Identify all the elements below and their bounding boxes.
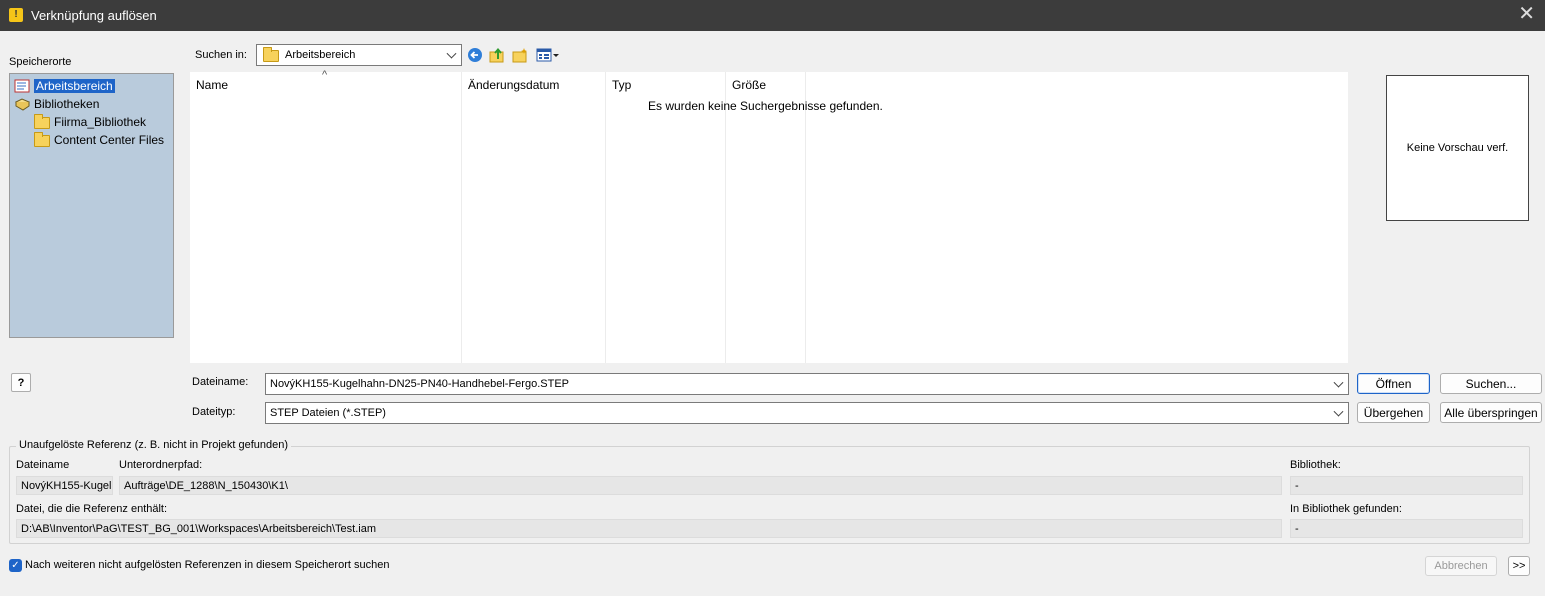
library-label: Bibliothek: <box>1290 459 1341 471</box>
places-item-label: Arbeitsbereich <box>34 78 115 93</box>
containing-file-field: D:\AB\Inventor\PaG\TEST_BG_001\Workspace… <box>16 519 1282 538</box>
containing-file-value: D:\AB\Inventor\PaG\TEST_BG_001\Workspace… <box>21 522 377 535</box>
preview-box: Keine Vorschau verf. <box>1386 75 1529 221</box>
new-folder-icon[interactable] <box>511 46 529 64</box>
filename-value: NovýKH155-Kugelhahn-DN25-PN40-Handhebel-… <box>270 378 569 390</box>
view-menu-icon[interactable] <box>535 46 561 64</box>
found-in-library-label: In Bibliothek gefunden: <box>1290 503 1402 515</box>
filetype-value: STEP Dateien (*.STEP) <box>270 407 386 419</box>
search-button[interactable]: Suchen... <box>1440 373 1542 394</box>
back-icon[interactable] <box>466 46 484 64</box>
column-header-name[interactable]: Name <box>196 78 228 92</box>
workspace-icon <box>14 79 31 93</box>
chevron-down-icon <box>1333 406 1344 417</box>
window-title: Verknüpfung auflösen <box>31 8 157 23</box>
found-in-library-field: - <box>1290 519 1523 538</box>
unresolved-legend: Unaufgelöste Referenz (z. B. nicht in Pr… <box>16 439 292 451</box>
unresolved-filename-field: NovýKH155-Kugell <box>16 476 113 495</box>
containing-file-label: Datei, die die Referenz enthält: <box>16 503 168 515</box>
filetype-label: Dateityp: <box>192 406 236 418</box>
skip-button[interactable]: Übergehen <box>1357 402 1430 423</box>
preview-text: Keine Vorschau verf. <box>1406 142 1509 154</box>
folder-icon <box>34 113 51 129</box>
subfolder-value: Aufträge\DE_1288\N_150430\K1\ <box>124 479 288 492</box>
more-button[interactable]: >> <box>1508 556 1530 576</box>
search-more-checkbox[interactable]: ✓ <box>9 559 22 572</box>
lookin-combo[interactable]: Arbeitsbereich <box>256 44 462 66</box>
lookin-label: Suchen in: <box>195 49 247 61</box>
folder-icon <box>34 131 51 147</box>
column-header-date[interactable]: Änderungsdatum <box>468 78 559 92</box>
found-in-library-value: - <box>1295 522 1299 535</box>
file-list[interactable]: Name ^ Änderungsdatum Typ Größe Es wurde… <box>190 69 1348 363</box>
cancel-button[interactable]: Abbrechen <box>1425 556 1497 576</box>
help-icon[interactable]: ? <box>11 373 31 392</box>
unresolved-filename-value: NovýKH155-Kugell <box>21 479 113 492</box>
filename-label: Dateiname: <box>192 376 249 388</box>
subfolder-label: Unterordnerpfad: <box>119 459 203 471</box>
places-item-firma-bibliothek[interactable]: Fiirma_Bibliothek <box>34 113 146 130</box>
places-item-label: Content Center Files <box>54 132 165 147</box>
places-panel: Arbeitsbereich Bibliotheken Fiirma_Bibli… <box>9 73 174 338</box>
filetype-select[interactable]: STEP Dateien (*.STEP) <box>265 402 1349 424</box>
column-header-type[interactable]: Typ <box>612 78 631 92</box>
column-divider <box>725 72 726 363</box>
up-folder-icon[interactable] <box>488 46 506 64</box>
unresolved-filename-label: Dateiname <box>16 459 70 471</box>
folder-icon <box>263 47 279 62</box>
places-item-bibliotheken[interactable]: Bibliotheken <box>14 95 99 112</box>
chevron-down-icon <box>446 48 457 59</box>
chevron-down-icon <box>1333 377 1344 388</box>
column-header-size[interactable]: Größe <box>732 78 766 92</box>
sort-indicator-icon: ^ <box>322 69 328 81</box>
places-heading: Speicherorte <box>9 56 72 68</box>
places-item-label: Fiirma_Bibliothek <box>54 114 147 129</box>
close-icon[interactable]: ✕ <box>1518 4 1535 24</box>
open-button[interactable]: Öffnen <box>1357 373 1430 394</box>
subfolder-field: Aufträge\DE_1288\N_150430\K1\ <box>119 476 1282 495</box>
search-more-label: Nach weiteren nicht aufgelösten Referenz… <box>25 559 390 571</box>
skip-all-button[interactable]: Alle überspringen <box>1440 402 1542 423</box>
title-bar: ! Verknüpfung auflösen ✕ <box>0 0 1545 31</box>
places-item-label: Bibliotheken <box>34 96 100 111</box>
library-value: - <box>1295 479 1299 492</box>
column-divider <box>805 72 806 363</box>
places-item-content-center[interactable]: Content Center Files <box>34 131 164 148</box>
library-field: - <box>1290 476 1523 495</box>
filename-input[interactable]: NovýKH155-Kugelhahn-DN25-PN40-Handhebel-… <box>265 373 1349 395</box>
libraries-icon <box>14 97 31 111</box>
column-divider <box>461 72 462 363</box>
places-item-arbeitsbereich[interactable]: Arbeitsbereich <box>14 77 115 94</box>
empty-message: Es wurden keine Suchergebnisse gefunden. <box>648 99 883 113</box>
lookin-value: Arbeitsbereich <box>285 49 356 61</box>
column-divider <box>605 72 606 363</box>
app-icon: ! <box>9 8 23 22</box>
